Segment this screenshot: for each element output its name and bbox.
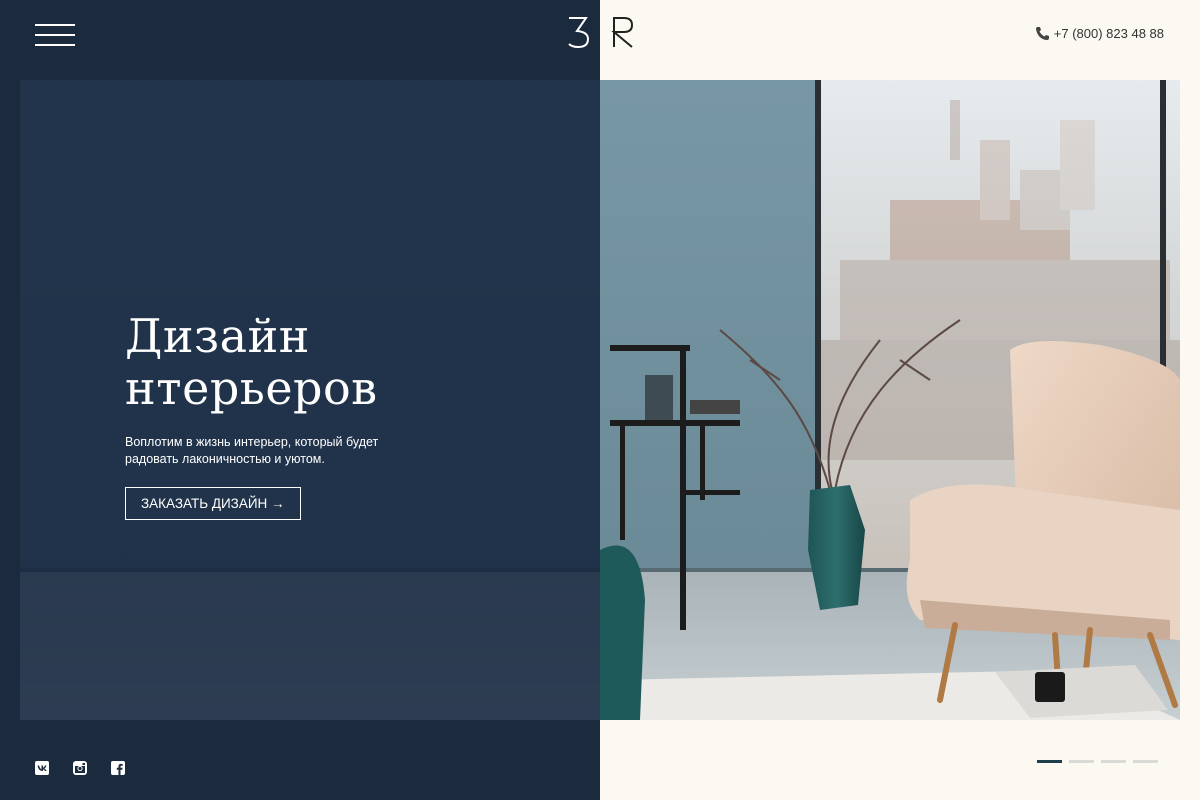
hamburger-icon[interactable] [35, 22, 75, 48]
slide-dot-2[interactable] [1069, 760, 1094, 763]
vk-icon[interactable] [35, 761, 49, 775]
phone-icon [1035, 27, 1049, 40]
hero-title-line1: Дизайн [125, 309, 310, 363]
hero-title-line2: нтерьеров [125, 361, 378, 415]
hero-subtitle: Воплотим в жизнь интерьер, который будет… [125, 435, 379, 466]
slide-dot-1[interactable] [1037, 760, 1062, 763]
social-links [35, 761, 125, 775]
phone-number: +7 (800) 823 48 88 [1053, 26, 1164, 41]
phone-link[interactable]: +7 (800) 823 48 88 [1035, 26, 1164, 41]
logo[interactable] [566, 16, 636, 50]
slide-dot-3[interactable] [1101, 760, 1126, 763]
facebook-icon[interactable] [111, 761, 125, 775]
order-design-button[interactable]: ЗАКАЗАТЬ ДИЗАЙН → [125, 487, 301, 520]
logo-mark-icon [568, 17, 634, 49]
instagram-icon[interactable] [73, 761, 87, 775]
slider-pagination [1037, 760, 1158, 763]
slide-dot-4[interactable] [1133, 760, 1158, 763]
hero-title: Дизайн нтерьеров [125, 310, 545, 414]
